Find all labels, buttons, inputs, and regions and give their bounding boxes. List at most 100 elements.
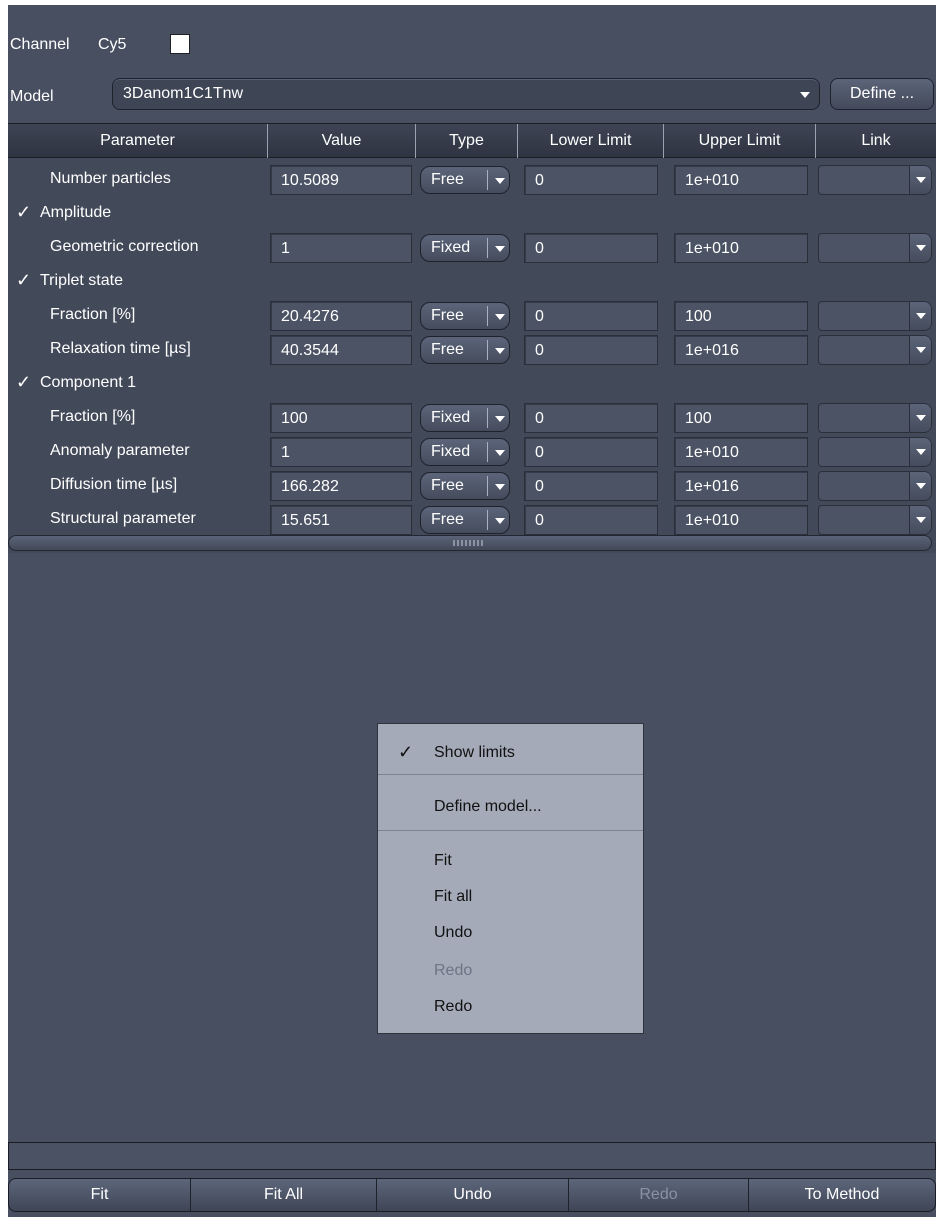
link-dropdown[interactable] <box>818 437 932 467</box>
lower-limit-field[interactable]: 0 <box>524 233 658 263</box>
lower-limit-field[interactable]: 0 <box>524 165 658 195</box>
menu-item-define-model[interactable]: Define model... <box>434 798 542 816</box>
value-field[interactable]: 20.4276 <box>270 301 412 331</box>
type-value: Free <box>431 171 464 188</box>
group-row-amplitude[interactable]: ✓ Amplitude <box>8 196 936 230</box>
checkmark-icon[interactable]: ✓ <box>16 372 31 392</box>
type-value: Free <box>431 477 464 494</box>
link-dropdown[interactable] <box>818 165 932 195</box>
table-row: Geometric correction 1 Fixed 0 1e+010 <box>8 230 936 264</box>
redo-button: Redo <box>569 1179 749 1211</box>
parameter-table: Parameter Value Type Lower Limit Upper L… <box>8 123 936 553</box>
to-method-button[interactable]: To Method <box>749 1179 935 1211</box>
type-dropdown[interactable]: Free <box>420 506 510 534</box>
value-field[interactable]: 1 <box>270 437 412 467</box>
lower-limit-field[interactable]: 0 <box>524 301 658 331</box>
parameter-name: Fraction [%] <box>50 408 136 425</box>
value-field[interactable]: 166.282 <box>270 471 412 501</box>
table-row: Structural parameter 15.651 Free 0 1e+01… <box>8 502 936 536</box>
chevron-down-icon <box>795 84 815 104</box>
chevron-down-icon <box>495 178 505 184</box>
value-field[interactable]: 1 <box>270 233 412 263</box>
chevron-down-icon <box>916 449 926 455</box>
parameter-name: Relaxation time [µs] <box>50 340 191 357</box>
fit-all-button[interactable]: Fit All <box>191 1179 377 1211</box>
menu-separator <box>378 774 643 775</box>
chevron-down-icon <box>916 483 926 489</box>
menu-item-fit-all[interactable]: Fit all <box>434 888 472 906</box>
link-dropdown[interactable] <box>818 471 932 501</box>
type-dropdown[interactable]: Free <box>420 336 510 364</box>
upper-limit-field[interactable]: 1e+010 <box>674 165 808 195</box>
type-dropdown[interactable]: Fixed <box>420 234 510 262</box>
channel-value: Cy5 <box>98 36 127 53</box>
table-row: Fraction [%] 100 Fixed 0 100 <box>8 400 936 434</box>
chevron-down-icon <box>495 518 505 524</box>
upper-limit-field[interactable]: 100 <box>674 403 808 433</box>
bottom-button-bar: Fit Fit All Undo Redo To Method <box>8 1178 936 1212</box>
parameter-name: Diffusion time [µs] <box>50 476 178 493</box>
type-dropdown[interactable]: Free <box>420 302 510 330</box>
lower-limit-field[interactable]: 0 <box>524 403 658 433</box>
header-upper-limit[interactable]: Upper Limit <box>664 124 816 158</box>
header-link[interactable]: Link <box>816 124 936 158</box>
menu-item-fit[interactable]: Fit <box>434 852 452 870</box>
group-row-component-1[interactable]: ✓ Component 1 <box>8 366 936 400</box>
type-value: Free <box>431 511 464 528</box>
upper-limit-field[interactable]: 1e+010 <box>674 505 808 535</box>
upper-limit-field[interactable]: 100 <box>674 301 808 331</box>
upper-limit-field[interactable]: 1e+016 <box>674 471 808 501</box>
checkmark-icon: ✓ <box>398 742 414 762</box>
undo-button[interactable]: Undo <box>377 1179 569 1211</box>
upper-limit-field[interactable]: 1e+016 <box>674 335 808 365</box>
value-field[interactable]: 15.651 <box>270 505 412 535</box>
group-row-triplet-state[interactable]: ✓ Triplet state <box>8 264 936 298</box>
lower-limit-field[interactable]: 0 <box>524 437 658 467</box>
link-dropdown[interactable] <box>818 301 932 331</box>
define-model-button[interactable]: Define ... <box>830 78 934 110</box>
type-dropdown[interactable]: Fixed <box>420 404 510 432</box>
type-value: Fixed <box>431 409 471 426</box>
chevron-down-icon <box>916 245 926 251</box>
value-field[interactable]: 100 <box>270 403 412 433</box>
type-dropdown[interactable]: Free <box>420 166 510 194</box>
value-field[interactable]: 10.5089 <box>270 165 412 195</box>
model-select[interactable]: 3Danom1C1Tnw <box>112 78 820 110</box>
link-dropdown[interactable] <box>818 335 932 365</box>
header-value[interactable]: Value <box>268 124 416 158</box>
horizontal-scrollbar[interactable] <box>8 535 932 551</box>
link-dropdown[interactable] <box>818 505 932 535</box>
group-label: Component 1 <box>40 374 137 391</box>
checkmark-icon[interactable]: ✓ <box>16 270 31 290</box>
model-select-value: 3Danom1C1Tnw <box>123 85 244 102</box>
link-dropdown[interactable] <box>818 403 932 433</box>
lower-limit-field[interactable]: 0 <box>524 335 658 365</box>
type-dropdown[interactable]: Free <box>420 472 510 500</box>
checkmark-icon[interactable]: ✓ <box>16 202 31 222</box>
menu-item-show-limits[interactable]: Show limits <box>434 744 515 762</box>
menu-item-redo[interactable]: Redo <box>434 998 472 1016</box>
chevron-down-icon <box>495 348 505 354</box>
link-dropdown[interactable] <box>818 233 932 263</box>
scrollbar-grip-icon[interactable] <box>453 540 485 546</box>
upper-limit-field[interactable]: 1e+010 <box>674 233 808 263</box>
lower-limit-field[interactable]: 0 <box>524 471 658 501</box>
chevron-down-icon <box>916 415 926 421</box>
channel-checkbox[interactable] <box>170 34 190 54</box>
group-label: Amplitude <box>40 204 112 221</box>
chevron-down-icon <box>916 313 926 319</box>
value-field[interactable]: 40.3544 <box>270 335 412 365</box>
type-dropdown[interactable]: Fixed <box>420 438 510 466</box>
header-lower-limit[interactable]: Lower Limit <box>518 124 664 158</box>
header-type[interactable]: Type <box>416 124 518 158</box>
upper-limit-field[interactable]: 1e+010 <box>674 437 808 467</box>
model-label: Model <box>10 88 54 105</box>
fit-button[interactable]: Fit <box>9 1179 191 1211</box>
channel-label: Channel <box>10 36 70 53</box>
chevron-down-icon <box>495 484 505 490</box>
header-parameter[interactable]: Parameter <box>8 124 268 158</box>
menu-item-undo[interactable]: Undo <box>434 924 472 942</box>
lower-limit-field[interactable]: 0 <box>524 505 658 535</box>
table-row: Fraction [%] 20.4276 Free 0 100 <box>8 298 936 332</box>
table-row: Number particles 10.5089 Free 0 1e+010 <box>8 162 936 196</box>
